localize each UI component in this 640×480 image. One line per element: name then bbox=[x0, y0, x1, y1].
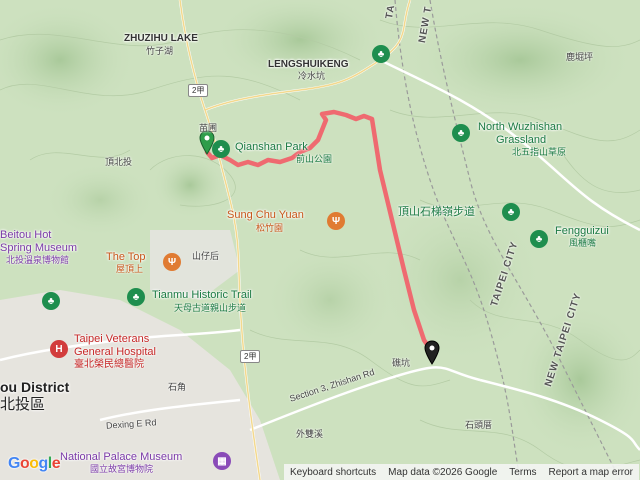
dankeng-label: 礁坑 bbox=[392, 358, 411, 368]
beitou-museum-label-zh: 北投溫泉博物館 bbox=[6, 255, 70, 265]
waishuangxi-label: 外雙溪 bbox=[296, 429, 324, 439]
attribution-bar: Keyboard shortcuts Map data ©2026 Google… bbox=[284, 464, 640, 480]
tianmu-trail-label[interactable]: Tianmu Historic Trail bbox=[152, 290, 252, 301]
miaopu-label: 苗圃 bbox=[199, 123, 218, 133]
sung-chu-yuan-label[interactable]: Sung Chu Yuan bbox=[227, 210, 304, 221]
fengguizui-label-zh: 風櫃嘴 bbox=[569, 238, 597, 248]
route-2jia-shield: 2甲 bbox=[188, 84, 209, 97]
museum-icon[interactable]: ▦ bbox=[213, 452, 231, 470]
palace-museum-label-zh: 國立故宮博物院 bbox=[90, 464, 154, 474]
tree-icon[interactable]: ♣ bbox=[127, 288, 145, 306]
dingshan-trail-label[interactable]: 頂山石梯嶺步道 bbox=[398, 207, 475, 218]
qianshan-park-label[interactable]: Qianshan Park bbox=[235, 142, 308, 153]
shitoucuo-label: 石頭厝 bbox=[465, 420, 493, 430]
north-wuzhishan-label-zh: 北五指山草原 bbox=[512, 147, 567, 157]
sung-chu-yuan-label-zh: 松竹園 bbox=[256, 223, 284, 233]
district-label-zh: 北投區 bbox=[0, 396, 46, 413]
tree-icon[interactable]: ♣ bbox=[530, 230, 548, 248]
terms-link[interactable]: Terms bbox=[503, 467, 542, 478]
google-logo: Google bbox=[8, 455, 61, 472]
palace-museum-label[interactable]: National Palace Museum bbox=[60, 452, 182, 463]
map-view[interactable]: 2甲 2甲 ZHUZIHU LAKE 竹子湖 LENGSHUIKENG 冷水坑 … bbox=[0, 0, 640, 480]
shanzaihou-label: 山仔后 bbox=[192, 251, 220, 261]
district-label[interactable]: ou District bbox=[0, 380, 69, 394]
beitou-museum-label[interactable]: Beitou Hot bbox=[0, 230, 51, 241]
fengguizui-label[interactable]: Fengguizui bbox=[555, 226, 609, 237]
luku-label: 鹿堀坪 bbox=[566, 52, 594, 62]
qianshan-park-label-zh: 前山公園 bbox=[296, 154, 333, 164]
report-error-link[interactable]: Report a map error bbox=[543, 467, 639, 478]
shijiao-label: 石角 bbox=[168, 382, 187, 392]
hospital-label-2[interactable]: General Hospital bbox=[74, 347, 156, 358]
hospital-icon[interactable]: H bbox=[50, 340, 68, 358]
tree-icon[interactable]: ♣ bbox=[42, 292, 60, 310]
the-top-label-zh: 屋頂上 bbox=[116, 264, 144, 274]
map-data-text: Map data ©2026 Google bbox=[388, 466, 498, 478]
end-pin-icon[interactable] bbox=[424, 340, 440, 366]
tree-icon[interactable]: ♣ bbox=[502, 203, 520, 221]
north-wuzhishan-label-2[interactable]: Grassland bbox=[496, 135, 546, 146]
north-wuzhishan-label[interactable]: North Wuzhishan bbox=[478, 122, 562, 133]
keyboard-shortcuts-link[interactable]: Keyboard shortcuts bbox=[284, 467, 382, 478]
hospital-label[interactable]: Taipei Veterans bbox=[74, 334, 149, 345]
restaurant-icon[interactable]: Ψ bbox=[163, 253, 181, 271]
beitou-museum-label-2[interactable]: Spring Museum bbox=[0, 243, 77, 254]
hospital-label-zh: 臺北榮民總醫院 bbox=[74, 359, 144, 370]
tree-icon[interactable]: ♣ bbox=[212, 140, 230, 158]
tree-icon[interactable]: ♣ bbox=[372, 45, 390, 63]
dingbeitou-label: 頂北投 bbox=[105, 157, 133, 167]
zhuzihu-label[interactable]: ZHUZIHU LAKE bbox=[124, 34, 198, 44]
lengshuikeng-label-zh: 冷水坑 bbox=[298, 71, 326, 81]
restaurant-icon[interactable]: Ψ bbox=[327, 212, 345, 230]
tianmu-trail-label-zh: 天母古道親山步道 bbox=[174, 303, 247, 313]
the-top-label[interactable]: The Top bbox=[106, 252, 146, 263]
lengshuikeng-label[interactable]: LENGSHUIKENG bbox=[268, 60, 349, 70]
route-2jia-shield: 2甲 bbox=[240, 350, 261, 363]
tree-icon[interactable]: ♣ bbox=[452, 124, 470, 142]
zhuzihu-label-zh: 竹子湖 bbox=[146, 46, 174, 56]
